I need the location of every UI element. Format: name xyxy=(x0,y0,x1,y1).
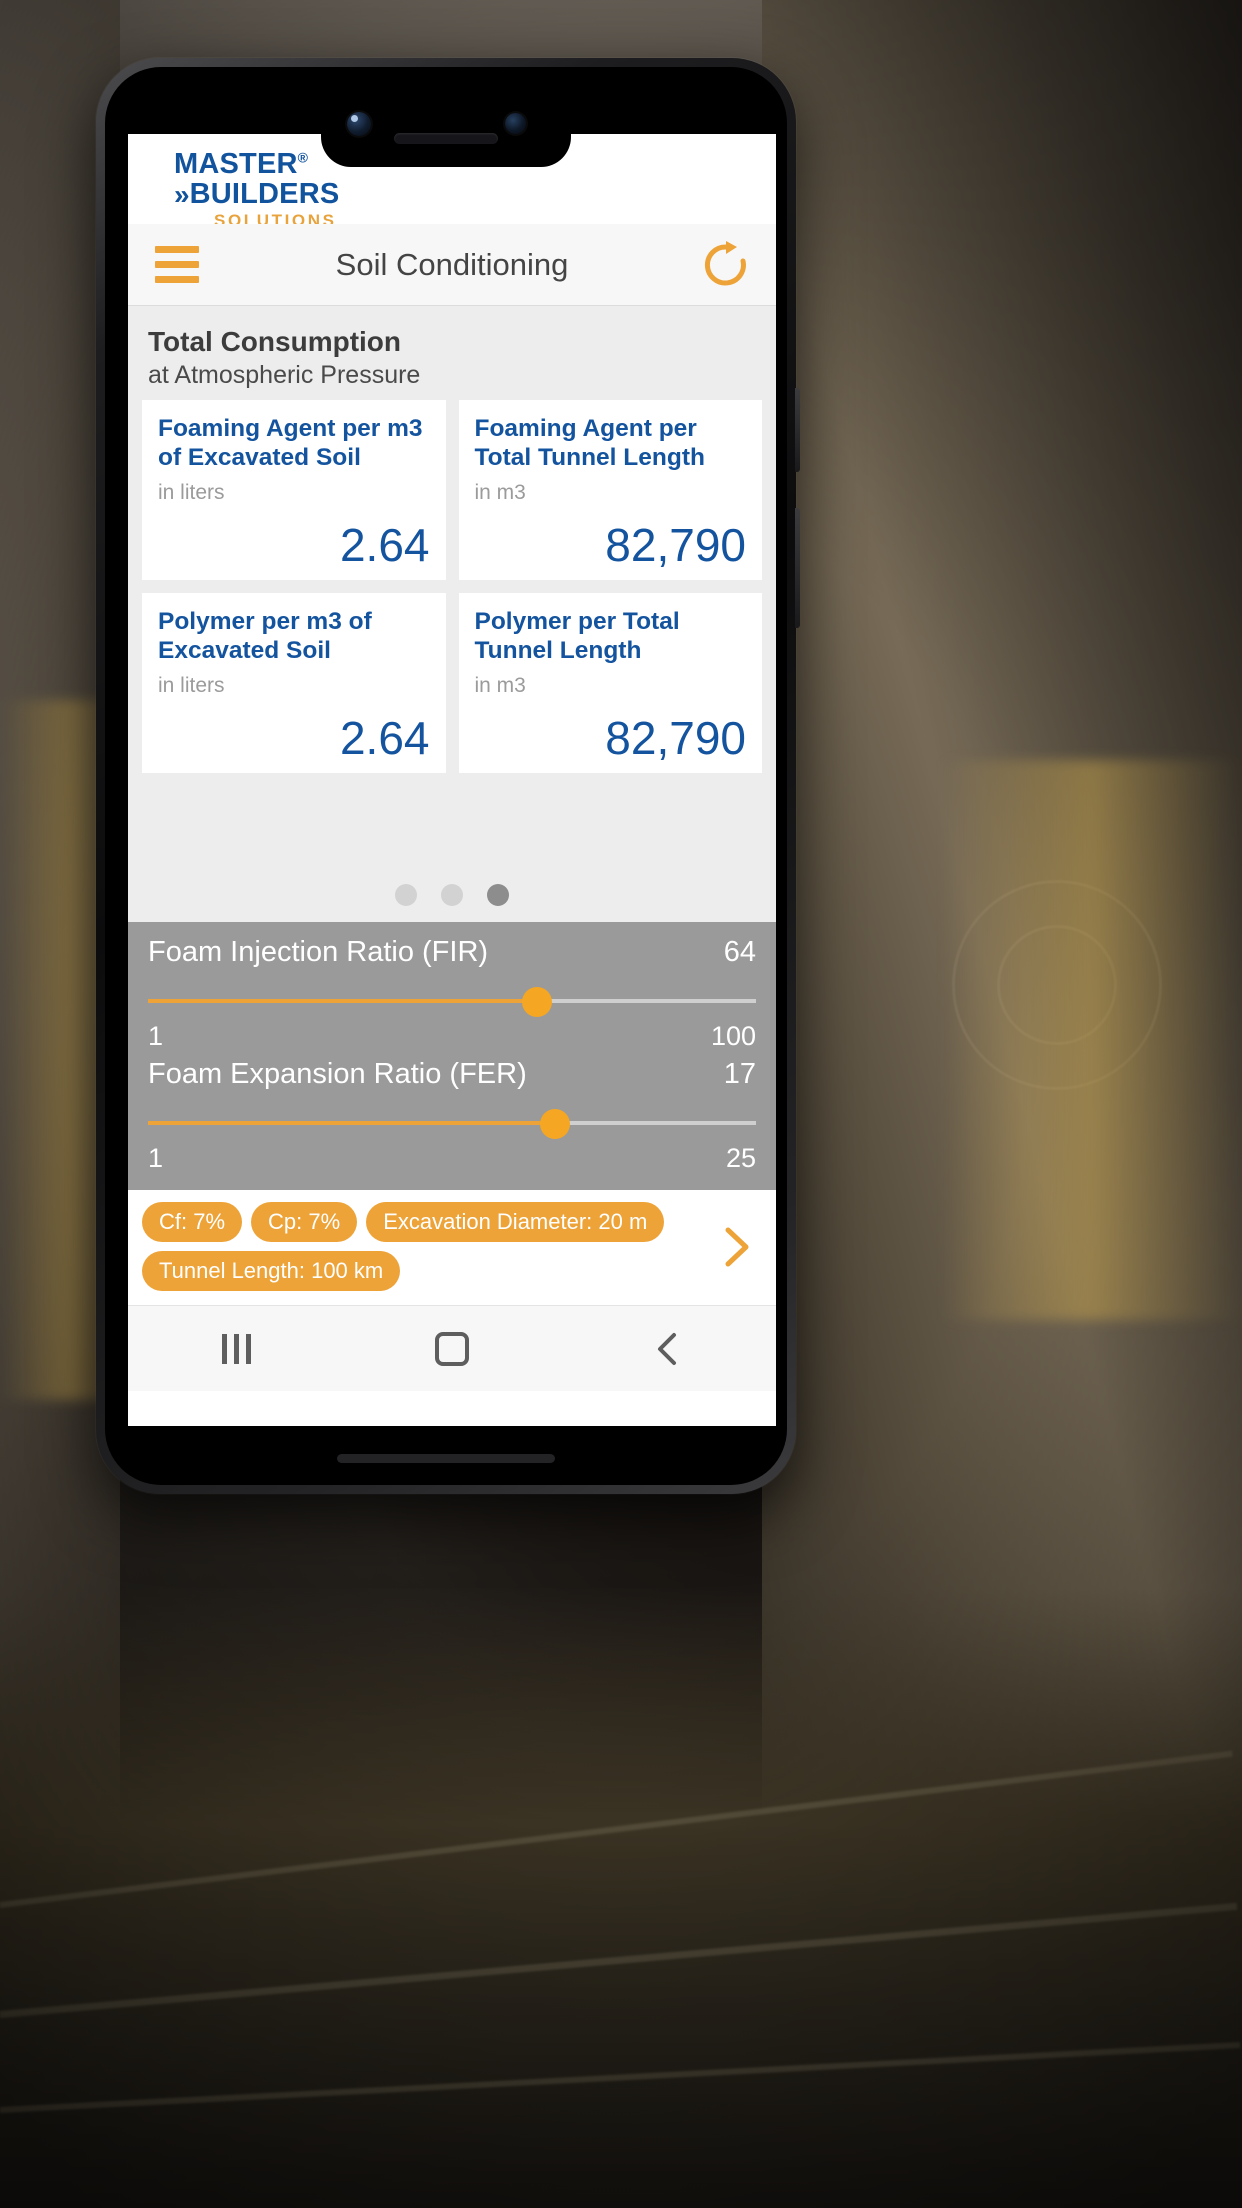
slider-fill xyxy=(148,1121,556,1125)
metric-unit: in m3 xyxy=(474,674,526,698)
registered-mark-icon: ® xyxy=(297,149,309,166)
front-camera-icon xyxy=(347,112,371,136)
slider-header: Foam Expansion Ratio (FER) 17 xyxy=(148,1058,756,1091)
phone-bezel: MASTER® » BUILDERS SOLUTIONS Soil Condit… xyxy=(105,67,787,1485)
slider-fill xyxy=(148,999,538,1003)
android-navigation-bar xyxy=(128,1305,776,1391)
parameter-chip[interactable]: Tunnel Length: 100 km xyxy=(142,1251,401,1291)
parameter-chip-list: Cf: 7% Cp: 7% Excavation Diameter: 20 m … xyxy=(142,1202,710,1291)
section-subtitle: at Atmospheric Pressure xyxy=(148,361,421,389)
pagination-dot[interactable] xyxy=(441,884,463,906)
slider-bounds: 1 100 xyxy=(148,1021,756,1052)
metric-title: Foaming Agent per m3 of Excavated Soil xyxy=(158,415,423,471)
parameters-bar: Cf: 7% Cp: 7% Excavation Diameter: 20 m … xyxy=(128,1190,776,1305)
earpiece-speaker xyxy=(394,133,498,144)
parameter-chip[interactable]: Excavation Diameter: 20 m xyxy=(366,1202,665,1242)
metric-card[interactable]: Foaming Agent per m3 of Excavated Soil i… xyxy=(142,400,446,580)
app-screen: MASTER® » BUILDERS SOLUTIONS Soil Condit… xyxy=(128,134,776,1426)
logo-line-builders: » BUILDERS xyxy=(174,180,339,209)
back-icon[interactable] xyxy=(608,1329,728,1369)
metric-title: Polymer per Total Tunnel Length xyxy=(474,608,680,664)
slider-header: Foam Injection Ratio (FIR) 64 xyxy=(148,936,756,969)
metric-title: Polymer per m3 of Excavated Soil xyxy=(158,608,372,664)
slider-label: Foam Expansion Ratio (FER) xyxy=(148,1058,527,1090)
refresh-icon[interactable] xyxy=(700,239,752,291)
metric-card-grid: Foaming Agent per m3 of Excavated Soil i… xyxy=(128,400,776,773)
metric-card[interactable]: Polymer per m3 of Excavated Soil in lite… xyxy=(142,593,446,773)
section-title: Total Consumption xyxy=(148,326,401,357)
parameter-chip[interactable]: Cf: 7% xyxy=(142,1202,243,1242)
metric-unit: in liters xyxy=(158,674,225,698)
slider-panel: Foam Injection Ratio (FIR) 64 1 100 Foam… xyxy=(128,922,776,1190)
slider-group-fer: Foam Expansion Ratio (FER) 17 1 25 xyxy=(148,1058,756,1174)
home-icon[interactable] xyxy=(392,1331,512,1366)
slider-current-value: 17 xyxy=(723,1058,756,1090)
metric-value: 2.64 xyxy=(339,519,430,571)
pagination-dot-active[interactable] xyxy=(487,884,509,906)
metric-unit: in liters xyxy=(158,481,225,505)
metric-card[interactable]: Polymer per Total Tunnel Length in m3 82… xyxy=(458,593,762,773)
metric-value: 2.64 xyxy=(339,712,430,764)
logo: MASTER® » BUILDERS SOLUTIONS xyxy=(174,150,339,230)
metric-unit: in m3 xyxy=(474,481,526,505)
slider-track-wrap[interactable] xyxy=(148,979,756,1025)
metric-title: Foaming Agent per Total Tunnel Length xyxy=(474,415,705,471)
slider-bounds: 1 25 xyxy=(148,1143,756,1174)
recent-apps-icon[interactable] xyxy=(176,1333,296,1364)
slider-min: 1 xyxy=(148,1143,164,1173)
hamburger-menu-icon[interactable] xyxy=(140,246,214,283)
page-title: Soil Conditioning xyxy=(335,246,569,282)
logo-master-text: MASTER xyxy=(174,148,298,180)
metric-value: 82,790 xyxy=(605,519,746,571)
chevron-right-icon[interactable] xyxy=(710,1224,762,1270)
slider-thumb[interactable] xyxy=(540,1109,571,1139)
phone-bottom-speaker xyxy=(337,1454,555,1463)
slider-label: Foam Injection Ratio (FIR) xyxy=(148,936,489,968)
logo-builders-text: BUILDERS xyxy=(189,178,340,210)
slider-max: 100 xyxy=(710,1021,756,1051)
slider-max: 25 xyxy=(725,1143,756,1173)
slider-min: 1 xyxy=(148,1021,164,1051)
volume-button[interactable] xyxy=(795,388,800,472)
consumption-panel: Total Consumption at Atmospheric Pressur… xyxy=(128,306,776,922)
phone-device: MASTER® » BUILDERS SOLUTIONS Soil Condit… xyxy=(96,58,800,1494)
sensor-icon xyxy=(505,113,526,134)
power-button[interactable] xyxy=(795,508,800,628)
slider-track-wrap[interactable] xyxy=(148,1101,756,1147)
slider-current-value: 64 xyxy=(723,936,756,968)
double-chevron-icon: » xyxy=(174,178,189,210)
logo-line-master: MASTER® xyxy=(174,150,339,179)
parameter-chip[interactable]: Cp: 7% xyxy=(251,1202,358,1242)
slider-thumb[interactable] xyxy=(522,987,553,1017)
pagination-dot[interactable] xyxy=(395,884,417,906)
metric-card[interactable]: Foaming Agent per Total Tunnel Length in… xyxy=(458,400,762,580)
pagination-dots[interactable] xyxy=(128,884,776,906)
slider-group-fir: Foam Injection Ratio (FIR) 64 1 100 xyxy=(148,936,756,1052)
section-header: Total Consumption at Atmospheric Pressur… xyxy=(128,306,776,400)
metric-value: 82,790 xyxy=(605,712,746,764)
app-toolbar: Soil Conditioning xyxy=(128,224,776,306)
